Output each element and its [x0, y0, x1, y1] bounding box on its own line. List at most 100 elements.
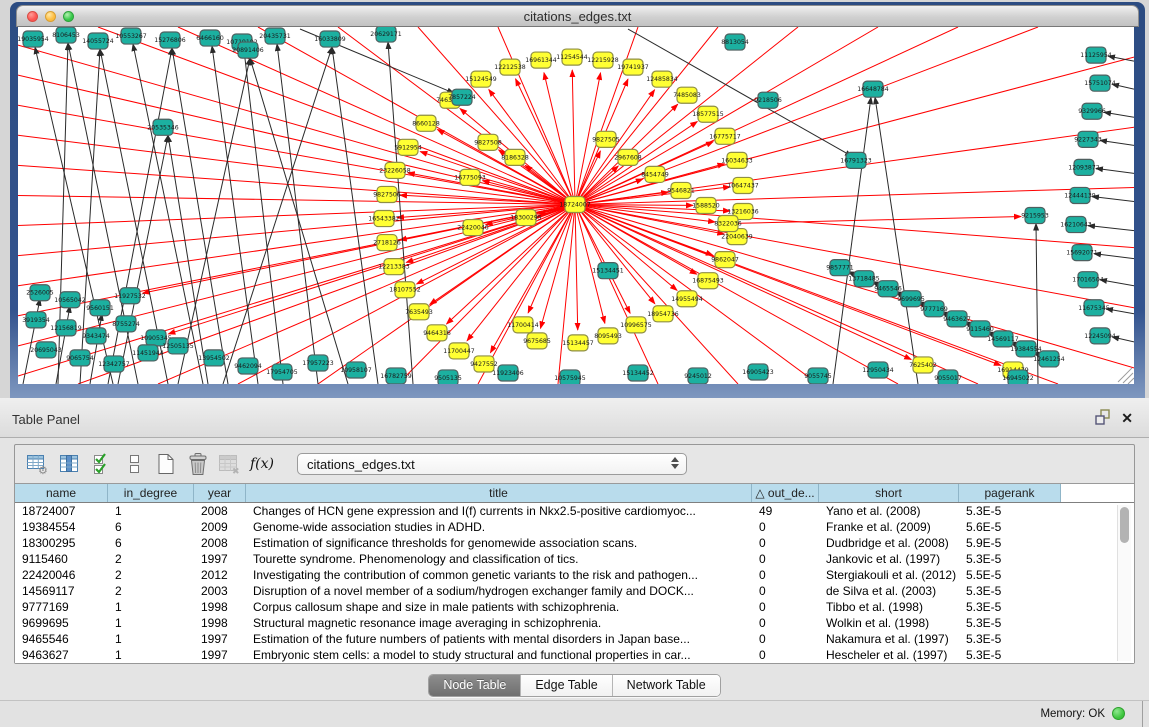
- table-row[interactable]: 946362711997Embryonic stem cells: a mode…: [15, 647, 1134, 663]
- cell-in-degree: 6: [108, 535, 194, 551]
- network-edge: [572, 70, 575, 204]
- node-label: 10647437: [727, 182, 759, 189]
- cell-name: 9463627: [15, 647, 108, 663]
- show-column-icon[interactable]: [57, 451, 83, 477]
- node-label: 16961344: [525, 57, 557, 64]
- deselect-all-icon[interactable]: [121, 451, 147, 477]
- cell-short: de Silva et al. (2003): [819, 583, 959, 599]
- network-edge: [575, 204, 677, 290]
- tab-edge-table[interactable]: Edge Table: [521, 675, 612, 696]
- node-label: 16648784: [857, 86, 889, 93]
- tab-network-table[interactable]: Network Table: [613, 675, 720, 696]
- cell-pagerank: 5.5E-5: [959, 567, 1061, 583]
- column-header-short[interactable]: short: [819, 484, 959, 502]
- column-header-pagerank[interactable]: pagerank: [959, 484, 1061, 502]
- cell-short: Nakamura et al. (1997): [819, 631, 959, 647]
- cell-short: Jankovic et al. (1997): [819, 551, 959, 567]
- network-canvas[interactable]: 1872400774638228660128591295423226058982…: [18, 27, 1134, 384]
- column-header-title[interactable]: title: [246, 484, 752, 502]
- cell-name: 9465546: [15, 631, 108, 647]
- table-row[interactable]: 1872400712008Changes of HCN gene express…: [15, 503, 1134, 519]
- cell-year: 1997: [194, 631, 246, 647]
- column-header-name[interactable]: name: [15, 484, 108, 502]
- cell-title: Structural magnetic resonance image aver…: [246, 615, 752, 631]
- network-edge: [575, 204, 1134, 367]
- network-edge: [575, 204, 1134, 247]
- node-label: 9862047: [711, 257, 739, 264]
- table-row[interactable]: 1830029562008Estimation of significance …: [15, 535, 1134, 551]
- table-row[interactable]: 911546021997Tourette syndrome. Phenomeno…: [15, 551, 1134, 567]
- canvas-resize-grip[interactable]: [1118, 368, 1134, 384]
- node-label: 9560151: [86, 305, 114, 312]
- network-edge: [18, 204, 575, 285]
- function-builder-icon[interactable]: f(x): [249, 451, 275, 477]
- network-edge: [540, 204, 575, 328]
- node-label: 17954705: [266, 369, 298, 376]
- node-label: 5912954: [394, 144, 422, 151]
- node-label: 11923406: [492, 370, 524, 377]
- cell-in-degree: 6: [108, 519, 194, 535]
- node-label: 16782759: [380, 373, 412, 380]
- cell-title: Genome-wide association studies in ADHD.: [246, 519, 752, 535]
- node-label: 20435731: [259, 33, 291, 40]
- column-header-in-degree[interactable]: in_degree: [108, 484, 194, 502]
- cell-pagerank: 5.3E-5: [959, 599, 1061, 615]
- node-label: 7485083: [673, 92, 701, 99]
- network-window-titlebar[interactable]: citations_edges.txt: [16, 5, 1139, 27]
- column-header-year[interactable]: year: [194, 484, 246, 502]
- delete-table-icon[interactable]: [185, 451, 211, 477]
- svg-text:⚙: ⚙: [38, 464, 48, 475]
- table-settings-icon[interactable]: ⚙: [25, 451, 51, 477]
- table-row[interactable]: 969969511998Structural magnetic resonanc…: [15, 615, 1134, 631]
- table-vertical-scrollbar[interactable]: [1117, 505, 1131, 661]
- node-label: 3919354: [22, 317, 50, 324]
- node-label: 23226058: [379, 167, 411, 174]
- node-label: 13718485: [848, 276, 880, 283]
- network-graph[interactable]: 1872400774638228660128591295423226058982…: [18, 27, 1134, 384]
- table-row[interactable]: 1938455462009Genome-wide association stu…: [15, 519, 1134, 535]
- cell-name: 18300295: [15, 535, 108, 551]
- node-label: 9465546: [874, 286, 902, 293]
- network-edge: [1094, 254, 1134, 259]
- cell-name: 9777169: [15, 599, 108, 615]
- network-edge: [833, 97, 871, 384]
- select-all-icon[interactable]: [89, 451, 115, 477]
- node-label: 8755274: [112, 321, 140, 328]
- node-label: 9463627: [943, 316, 971, 323]
- network-edge: [18, 105, 575, 204]
- table-selector-dropdown[interactable]: citations_edges.txt: [297, 453, 687, 475]
- node-label: 7635493: [405, 309, 433, 316]
- table-row[interactable]: 977716911998Corpus callosum shape and si…: [15, 599, 1134, 615]
- node-label: 9218506: [754, 97, 782, 104]
- node-label: 20629171: [370, 31, 402, 38]
- cell-name: 19384554: [15, 519, 108, 535]
- node-label: 12093872: [1068, 164, 1100, 171]
- close-panel-icon[interactable]: ✕: [1121, 410, 1133, 426]
- table-panel-header[interactable]: Table Panel ✕: [0, 398, 1149, 438]
- application-window: citations_edges.txt 18724007746382286601…: [0, 0, 1149, 727]
- node-label: 8454749: [641, 171, 669, 178]
- table-row[interactable]: 1456911722003Disruption of a novel membe…: [15, 583, 1134, 599]
- node-label: 8106453: [52, 32, 80, 39]
- new-table-icon[interactable]: [153, 451, 179, 477]
- cell-in-degree: 2: [108, 551, 194, 567]
- node-label: 11675345: [1078, 305, 1110, 312]
- table-row[interactable]: 2242004622012Investigating the contribut…: [15, 567, 1134, 583]
- tab-node-table[interactable]: Node Table: [429, 675, 521, 696]
- memory-status-label: Memory: OK: [1040, 708, 1105, 720]
- node-label: 19035954: [18, 36, 49, 43]
- cell-pagerank: 5.9E-5: [959, 535, 1061, 551]
- node-label: 15124549: [465, 76, 497, 83]
- cell-name: 22420046: [15, 567, 108, 583]
- cell-name: 9115460: [15, 551, 108, 567]
- column-header-out-de-[interactable]: △ out_de...: [752, 484, 819, 502]
- float-panel-icon[interactable]: [1094, 409, 1111, 426]
- cell-pagerank: 5.3E-5: [959, 583, 1061, 599]
- node-label: 20891406: [232, 47, 264, 54]
- cell-year: 1997: [194, 647, 246, 663]
- node-label: 7857224: [448, 94, 476, 101]
- scrollbar-thumb[interactable]: [1120, 507, 1129, 543]
- node-label: 10565042: [54, 297, 86, 304]
- table-row[interactable]: 946554611997Estimation of the future num…: [15, 631, 1134, 647]
- svg-text:✖: ✖: [232, 467, 240, 475]
